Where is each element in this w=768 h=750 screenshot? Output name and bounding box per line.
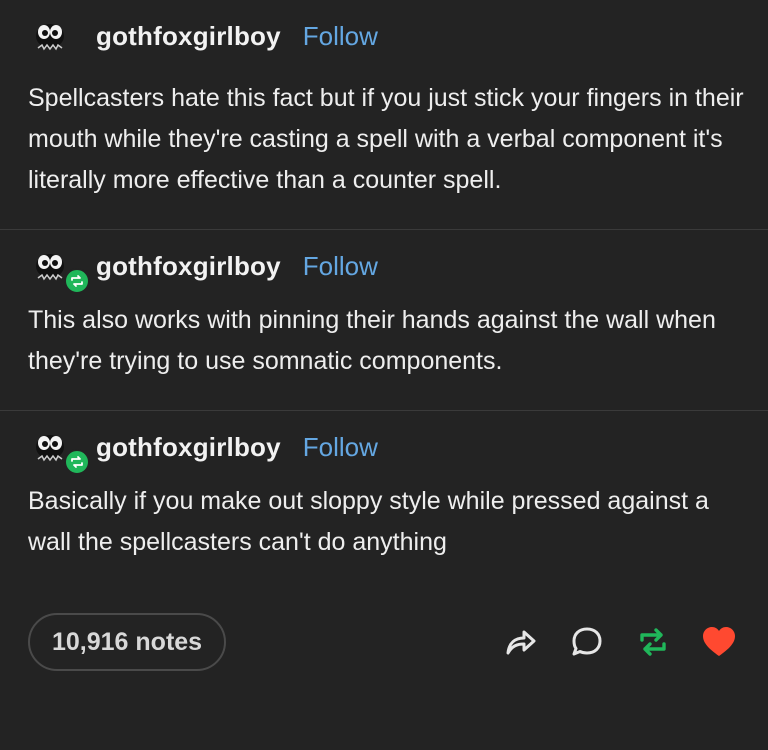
username[interactable]: gothfoxgirlboy bbox=[96, 21, 281, 52]
post-block-reblog: gothfoxgirlboy Follow This also works wi… bbox=[0, 230, 768, 410]
notes-button[interactable]: 10,916 notes bbox=[28, 613, 227, 671]
follow-button[interactable]: Follow bbox=[303, 432, 378, 463]
post-header: gothfoxgirlboy Follow bbox=[28, 0, 744, 72]
heart-icon[interactable] bbox=[700, 623, 738, 661]
follow-button[interactable]: Follow bbox=[303, 251, 378, 282]
avatar[interactable] bbox=[28, 427, 90, 475]
post-block-original: gothfoxgirlboy Follow Spellcasters hate … bbox=[0, 0, 768, 229]
post-block-reblog: gothfoxgirlboy Follow Basically if you m… bbox=[0, 411, 768, 607]
reblog-icon[interactable] bbox=[634, 623, 672, 661]
avatar[interactable] bbox=[28, 16, 84, 56]
post-text: Spellcasters hate this fact but if you j… bbox=[28, 84, 744, 194]
reply-icon[interactable] bbox=[568, 623, 606, 661]
post-footer: 10,916 notes bbox=[0, 607, 768, 677]
reblog-badge-icon bbox=[64, 268, 90, 294]
post-header: gothfoxgirlboy Follow bbox=[28, 230, 744, 302]
follow-button[interactable]: Follow bbox=[303, 21, 378, 52]
avatar[interactable] bbox=[28, 246, 90, 294]
post-text: Basically if you make out sloppy style w… bbox=[28, 487, 709, 556]
username[interactable]: gothfoxgirlboy bbox=[96, 251, 281, 282]
username[interactable]: gothfoxgirlboy bbox=[96, 432, 281, 463]
post-header: gothfoxgirlboy Follow bbox=[28, 411, 744, 483]
avatar-icon bbox=[36, 24, 64, 51]
post-text: This also works with pinning their hands… bbox=[28, 306, 716, 375]
tumblr-post: gothfoxgirlboy Follow Spellcasters hate … bbox=[0, 0, 768, 677]
post-actions bbox=[502, 623, 738, 661]
reblog-badge-icon bbox=[64, 449, 90, 475]
share-icon[interactable] bbox=[502, 623, 540, 661]
